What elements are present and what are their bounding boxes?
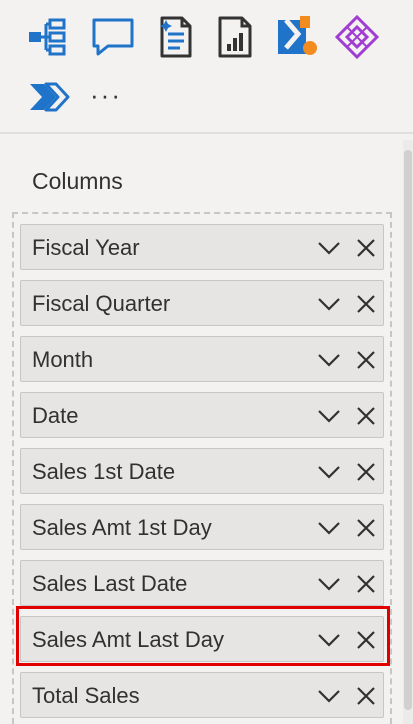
- columns-section-title: Columns: [32, 168, 123, 194]
- close-icon[interactable]: [355, 573, 377, 595]
- qa-icon[interactable]: [90, 14, 136, 60]
- close-icon[interactable]: [355, 629, 377, 651]
- close-icon[interactable]: [355, 405, 377, 427]
- column-field[interactable]: Month: [20, 336, 384, 382]
- column-field[interactable]: Date: [20, 392, 384, 438]
- column-field-label: Sales Amt 1st Day: [32, 515, 212, 540]
- smart-narrative-icon[interactable]: [152, 14, 198, 60]
- close-icon[interactable]: [355, 349, 377, 371]
- column-field-label: Date: [32, 403, 79, 428]
- column-field[interactable]: Sales Amt 1st Day: [20, 504, 384, 550]
- chevron-down-icon[interactable]: [317, 518, 341, 538]
- column-field[interactable]: Total Sales: [20, 672, 384, 718]
- chevron-down-icon[interactable]: [317, 406, 341, 426]
- power-automate-icon[interactable]: [274, 14, 320, 60]
- column-field-label: Month: [32, 347, 94, 372]
- chevron-down-icon[interactable]: [317, 294, 341, 314]
- more-options-button[interactable]: ···: [90, 80, 134, 110]
- decomposition-tree-icon[interactable]: [26, 14, 72, 60]
- close-icon[interactable]: [355, 293, 377, 315]
- chevron-down-icon[interactable]: [317, 350, 341, 370]
- close-icon[interactable]: [355, 461, 377, 483]
- chevron-down-icon[interactable]: [317, 462, 341, 482]
- chevron-down-icon[interactable]: [317, 686, 341, 706]
- column-field[interactable]: Sales Amt Last Day: [20, 616, 384, 662]
- power-apps-icon[interactable]: [334, 14, 380, 60]
- column-field[interactable]: Fiscal Quarter: [20, 280, 384, 326]
- column-field[interactable]: Sales Last Date: [20, 560, 384, 606]
- close-icon[interactable]: [355, 685, 377, 707]
- column-field[interactable]: Fiscal Year: [20, 224, 384, 270]
- power-automate-flow-icon[interactable]: [26, 74, 72, 120]
- column-field-label: Fiscal Quarter: [32, 291, 171, 316]
- paginated-report-icon[interactable]: [212, 14, 258, 60]
- column-field-label: Sales Amt Last Day: [32, 627, 224, 652]
- chevron-down-icon[interactable]: [317, 630, 341, 650]
- column-field[interactable]: Sales 1st Date: [20, 448, 384, 494]
- visualizations-toolbar: ···: [0, 0, 413, 130]
- column-field-label: Sales Last Date: [32, 571, 188, 596]
- column-field-label: Total Sales: [32, 683, 140, 708]
- chevron-down-icon[interactable]: [317, 238, 341, 258]
- close-icon[interactable]: [355, 237, 377, 259]
- chevron-down-icon[interactable]: [317, 574, 341, 594]
- column-field-label: Fiscal Year: [32, 235, 140, 260]
- scrollbar-thumb[interactable]: [404, 150, 412, 710]
- close-icon[interactable]: [355, 517, 377, 539]
- column-field-label: Sales 1st Date: [32, 459, 176, 484]
